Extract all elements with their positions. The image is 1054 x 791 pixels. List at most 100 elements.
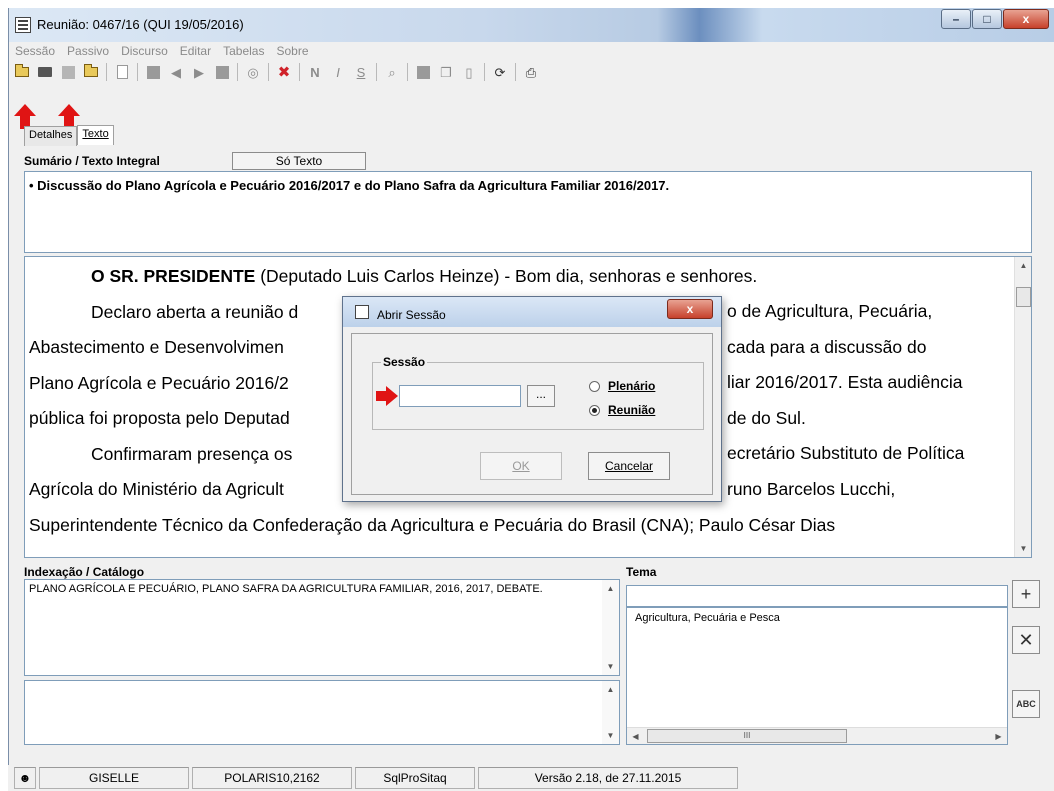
summary-label: Sumário / Texto Integral: [24, 154, 160, 168]
maximize-button[interactable]: □: [972, 9, 1002, 29]
dialog-app-icon: [355, 305, 369, 319]
window-title: Reunião: 0467/16 (QUI 19/05/2016): [37, 17, 244, 32]
index-label: Indexação / Catálogo: [24, 565, 145, 579]
scroll-thumb[interactable]: III: [647, 729, 847, 743]
index-scrollbar[interactable]: ▲ ▼: [602, 580, 619, 675]
so-texto-button[interactable]: Só Texto: [232, 152, 366, 170]
browse-button[interactable]: ...: [527, 385, 555, 407]
tab-bar: Detalhes Texto: [24, 125, 114, 146]
page-icon[interactable]: ▯: [459, 62, 479, 82]
spell-check-button[interactable]: ABC: [1012, 690, 1040, 718]
radio-reuniao-label: Reunião: [608, 403, 656, 417]
close-button[interactable]: x: [1003, 9, 1049, 29]
scroll-down-icon[interactable]: ▼: [1015, 540, 1031, 557]
scroll-left-icon[interactable]: ◀: [627, 728, 644, 745]
stop-icon[interactable]: [212, 62, 232, 82]
toolbar-separator: [515, 63, 516, 81]
status-bar: ☻ GISELLE POLARIS10,2162 SqlProSitaq Ver…: [8, 765, 1054, 791]
scroll-thumb[interactable]: [1016, 287, 1031, 307]
summary-text[interactable]: • Discussão do Plano Agrícola e Pecuário…: [24, 171, 1032, 253]
full-text-scrollbar[interactable]: ▲ ▼: [1014, 257, 1031, 557]
index-secondary-text[interactable]: ▲ ▼: [24, 680, 620, 745]
printer-check-icon[interactable]: [35, 62, 55, 82]
speaker-name: O SR. PRESIDENTE: [91, 266, 256, 286]
text-fragment: (Deputado Luis Carlos Heinze) - Bom dia,…: [255, 266, 758, 286]
print-icon[interactable]: ⎙: [521, 62, 541, 82]
forward-icon[interactable]: ▶: [189, 62, 209, 82]
tema-input[interactable]: [626, 585, 1008, 607]
sessao-group-title: Sessão: [381, 355, 428, 369]
radio-reuniao-circle[interactable]: [589, 404, 600, 416]
audio-icon[interactable]: ◎: [243, 62, 263, 82]
remove-tema-button[interactable]: ✕: [1012, 626, 1040, 654]
text-right-fragments: o de Agricultura, Pecuária, cada para a …: [727, 294, 964, 507]
menu-passivo[interactable]: Passivo: [67, 44, 109, 58]
tab-texto-label: Texto: [82, 128, 109, 140]
dialog-title-bar[interactable]: Abrir Sessão x: [343, 297, 721, 327]
index-text[interactable]: PLANO AGRÍCOLA E PECUÁRIO, PLANO SAFRA D…: [24, 579, 620, 676]
menu-editar[interactable]: Editar: [180, 44, 211, 58]
app-icon: [15, 17, 31, 33]
note-icon[interactable]: ❐: [436, 62, 456, 82]
database-icon[interactable]: [58, 62, 78, 82]
refresh-icon[interactable]: ⟳: [490, 62, 510, 82]
tema-item[interactable]: Agricultura, Pecuária e Pesca: [635, 612, 999, 624]
ok-button[interactable]: OK: [480, 452, 562, 480]
dialog-title: Abrir Sessão: [377, 308, 446, 322]
tab-detalhes-label: Detalhes: [29, 129, 73, 141]
scroll-down-icon[interactable]: ▼: [602, 658, 619, 675]
folder-icon[interactable]: [81, 62, 101, 82]
toolbar-separator: [106, 63, 107, 81]
tema-list[interactable]: Agricultura, Pecuária e Pesca ◀ III ▶: [626, 607, 1008, 745]
italic-icon[interactable]: I: [328, 62, 348, 82]
record-icon[interactable]: [143, 62, 163, 82]
radio-plenario-circle[interactable]: [589, 380, 600, 392]
add-tema-button[interactable]: +: [1012, 580, 1040, 608]
status-user: GISELLE: [39, 767, 189, 789]
index-content: PLANO AGRÍCOLA E PECUÁRIO, PLANO SAFRA D…: [29, 583, 543, 595]
open-folder-icon[interactable]: [12, 62, 32, 82]
strike-icon[interactable]: S: [351, 62, 371, 82]
menu-tabelas[interactable]: Tabelas: [223, 44, 264, 58]
ok-button-label: OK: [512, 459, 530, 473]
find-icon[interactable]: ⌕: [382, 62, 402, 82]
dialog-body: Sessão ... Plenário Reunião OK Cancelar: [351, 333, 713, 495]
radio-reuniao[interactable]: Reunião: [589, 403, 655, 417]
text-fragment: liar 2016/2017. Esta audiência: [727, 372, 963, 392]
toolbar-separator: [484, 63, 485, 81]
window-controls: – □ x: [940, 9, 1049, 29]
bold-icon[interactable]: N: [305, 62, 325, 82]
scroll-up-icon[interactable]: ▲: [602, 580, 619, 597]
tab-detalhes[interactable]: Detalhes: [24, 126, 78, 146]
block-icon[interactable]: [413, 62, 433, 82]
toolbar-separator: [268, 63, 269, 81]
tema-hscrollbar[interactable]: ◀ III ▶: [627, 727, 1007, 744]
menu-sobre[interactable]: Sobre: [276, 44, 308, 58]
scroll-right-icon[interactable]: ▶: [990, 728, 1007, 745]
title-bar[interactable]: Reunião: 0467/16 (QUI 19/05/2016) – □ x: [9, 8, 1054, 42]
sessao-input[interactable]: [399, 385, 521, 407]
status-server: POLARIS10,2162: [192, 767, 352, 789]
toolbar: ◀ ▶ ◎ ✖ N I S ⌕ ❐ ▯ ⟳ ⎙: [9, 60, 1054, 84]
menu-sessao[interactable]: Sessão: [15, 44, 55, 58]
index-secondary-scrollbar[interactable]: ▲ ▼: [602, 681, 619, 744]
radio-plenario-label: Plenário: [608, 379, 656, 393]
scroll-up-icon[interactable]: ▲: [1015, 257, 1031, 274]
menu-discurso[interactable]: Discurso: [121, 44, 168, 58]
dialog-close-button[interactable]: x: [667, 299, 713, 319]
cancel-button[interactable]: Cancelar: [588, 452, 670, 480]
scroll-down-icon[interactable]: ▼: [602, 727, 619, 744]
new-document-icon[interactable]: [112, 62, 132, 82]
red-arrow-right-icon: [376, 386, 398, 406]
text-fragment: runo Barcelos Lucchi,: [727, 478, 896, 499]
tab-texto[interactable]: Texto: [77, 125, 114, 145]
scroll-up-icon[interactable]: ▲: [602, 681, 619, 698]
radio-plenario[interactable]: Plenário: [589, 379, 655, 393]
toolbar-separator: [376, 63, 377, 81]
delete-icon[interactable]: ✖: [274, 62, 294, 82]
minimize-button[interactable]: –: [941, 9, 971, 29]
menu-bar: Sessão Passivo Discurso Editar Tabelas S…: [9, 42, 1054, 60]
cancel-button-label: Cancelar: [604, 459, 654, 473]
back-icon[interactable]: ◀: [166, 62, 186, 82]
user-icon: ☻: [14, 767, 36, 789]
